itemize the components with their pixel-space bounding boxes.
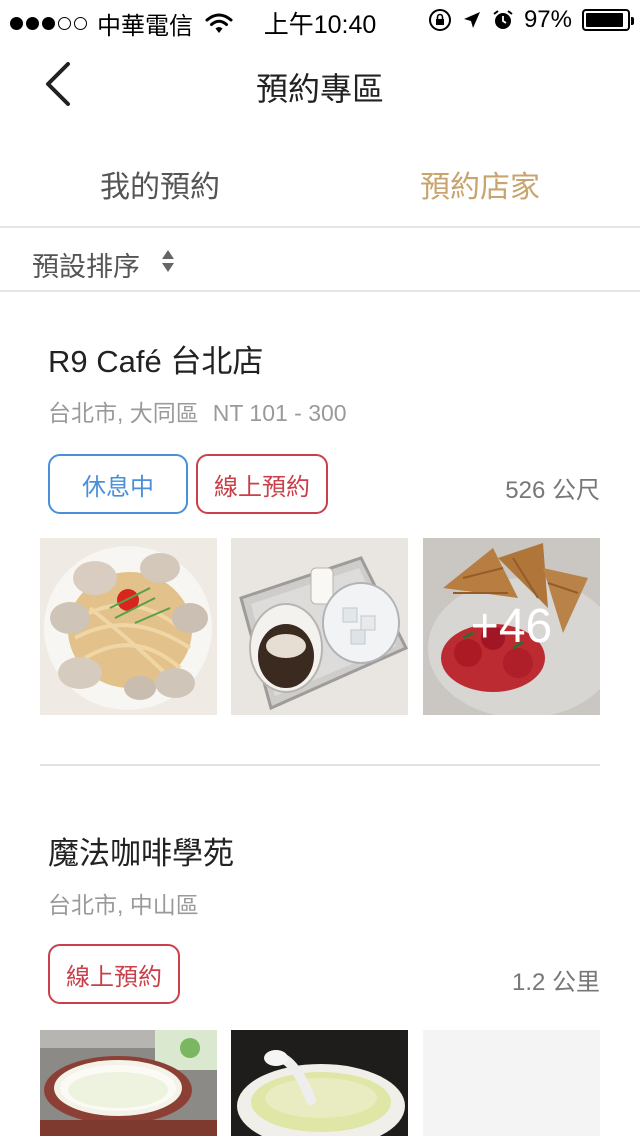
store-location: 台北市, 大同區 — [48, 400, 199, 426]
battery-percent: 97% — [523, 6, 572, 33]
online-reservation-button[interactable]: 線上預約 — [196, 454, 328, 514]
store-card[interactable]: 魔法咖啡學苑 台北市, 中山區 線上預約 1.2 公里 — [0, 766, 640, 1136]
food-photo-green-tea[interactable] — [231, 1030, 408, 1136]
sort-dropdown[interactable]: 預設排序 — [32, 245, 140, 284]
food-photo-pasta[interactable] — [40, 538, 217, 715]
status-badge-closed: 休息中 — [48, 454, 188, 514]
food-photo-placeholder[interactable] — [423, 1030, 600, 1136]
store-name[interactable]: 魔法咖啡學苑 — [48, 828, 234, 873]
store-card[interactable]: R9 Café 台北店 台北市, 大同區 NT 101 - 300 休息中 線上預… — [0, 292, 640, 766]
food-photo-waffle[interactable]: +46 — [423, 538, 600, 715]
rotation-lock-icon — [428, 9, 451, 31]
tab-my-reservations[interactable]: 我的預約 — [0, 162, 320, 206]
store-price-range: NT 101 - 300 — [212, 400, 347, 426]
store-meta: 台北市, 大同區 NT 101 - 300 — [48, 394, 347, 428]
location-arrow-icon — [463, 12, 480, 28]
store-location: 台北市, 中山區 — [48, 892, 199, 918]
sort-updown-icon[interactable] — [161, 248, 175, 274]
store-name[interactable]: R9 Café 台北店 — [48, 336, 263, 381]
navigation-bar: 預約專區 — [0, 40, 640, 128]
page-title: 預約專區 — [255, 71, 384, 107]
store-distance: 526 公尺 — [505, 477, 600, 504]
store-distance: 1.2 公里 — [511, 969, 600, 996]
sort-bar[interactable]: 預設排序 — [0, 230, 640, 292]
status-bar: 中華電信 上午10:40 97% — [0, 0, 640, 40]
food-photo-affogato[interactable] — [231, 538, 408, 715]
food-photo-matcha-latte[interactable] — [40, 1030, 217, 1136]
battery-icon — [582, 9, 634, 31]
tab-reservation-stores[interactable]: 預約店家 — [320, 162, 640, 206]
tab-bar: 我的預約 預約店家 — [0, 130, 640, 228]
online-reservation-button[interactable]: 線上預約 — [48, 944, 180, 1004]
alarm-icon — [493, 10, 513, 29]
status-right: 97% — [428, 6, 634, 34]
more-photos-count[interactable]: +46 — [423, 538, 600, 715]
